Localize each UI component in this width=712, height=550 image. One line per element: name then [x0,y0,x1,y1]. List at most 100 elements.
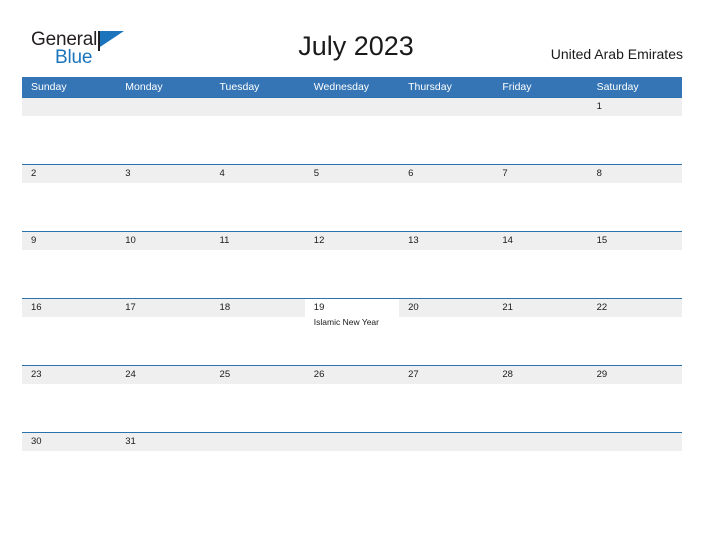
day-number: 13 [408,235,419,246]
calendar-day-cell[interactable] [493,433,588,499]
calendar-week-cells: 30 31 [22,433,682,499]
calendar-day-cell[interactable] [493,98,588,164]
day-cell-band [210,98,305,116]
calendar-week-cells: 16 17 18 19 Islamic New Year 20 21 22 [22,299,682,365]
holiday-event-label: Islamic New Year [313,317,379,327]
day-number: 15 [596,235,608,246]
day-cell-band [116,98,211,116]
calendar-day-cell[interactable] [22,98,117,164]
day-number: 28 [502,369,513,380]
calendar-day-cell[interactable] [587,433,682,499]
weekday-thursday: Thursday [408,81,452,93]
day-number: 3 [125,168,131,179]
calendar-page: General Blue July 2023 United Arab Emira… [0,0,712,550]
day-number: 5 [313,168,320,179]
calendar-day-cell[interactable]: 4 [210,165,305,231]
day-number: 10 [125,235,136,246]
calendar-day-cell[interactable]: 31 [116,433,211,499]
calendar-day-cell[interactable]: 30 [22,433,117,499]
calendar-grid: Sunday Monday Tuesday Wednesday Thursday… [22,77,682,499]
calendar-day-cell[interactable]: 14 [493,232,588,298]
calendar-day-cell[interactable]: 29 [587,366,682,432]
calendar-day-cell[interactable] [210,433,305,499]
calendar-day-cell[interactable]: 21 [493,299,588,365]
country-label: United Arab Emirates [550,46,683,62]
calendar-day-cell[interactable] [304,98,400,164]
calendar-day-cell[interactable] [116,98,211,164]
day-number: 24 [125,369,136,380]
calendar-day-cell[interactable]: 22 [587,299,682,365]
day-number: 6 [408,168,414,179]
weekday-tuesday: Tuesday [219,81,260,93]
calendar-week-row: 23 24 25 26 27 28 29 [22,365,682,432]
day-number: 2 [31,168,37,179]
day-cell-band [304,433,400,451]
calendar-day-cell[interactable] [399,98,494,164]
day-number: 21 [502,302,513,313]
day-number: 12 [313,235,325,246]
calendar-day-cell[interactable]: 11 [210,232,305,298]
calendar-day-cell[interactable]: 10 [116,232,211,298]
day-number: 31 [125,436,136,447]
calendar-week-cells: 9 10 11 12 13 14 15 [22,232,682,298]
day-cell-band [493,433,588,451]
calendar-day-cell[interactable]: 24 [116,366,211,432]
calendar-week-row: 1 [22,97,682,164]
calendar-day-cell[interactable]: 19 Islamic New Year [304,299,400,365]
calendar-day-cell[interactable]: 1 [587,98,682,164]
weekday-sunday: Sunday [31,81,67,93]
day-cell-band [210,433,305,451]
day-number: 29 [596,369,608,380]
day-number: 25 [219,369,231,380]
day-cell-band [399,433,494,451]
calendar-day-cell[interactable]: 8 [587,165,682,231]
calendar-day-cell[interactable]: 2 [22,165,117,231]
day-number: 30 [31,436,42,447]
weekday-saturday: Saturday [596,81,639,93]
calendar-day-cell[interactable]: 17 [116,299,211,365]
day-number: 22 [596,302,608,313]
calendar-day-cell[interactable]: 7 [493,165,588,231]
calendar-day-cell[interactable] [304,433,400,499]
calendar-day-cell[interactable]: 18 [210,299,305,365]
weekday-monday: Monday [125,81,163,93]
day-number: 18 [219,302,231,313]
calendar-day-cell[interactable] [210,98,305,164]
calendar-day-cell[interactable]: 13 [399,232,494,298]
calendar-week-row: 30 31 [22,432,682,499]
calendar-day-cell[interactable]: 23 [22,366,117,432]
calendar-day-cell[interactable]: 15 [587,232,682,298]
calendar-day-cell[interactable]: 28 [493,366,588,432]
day-number: 14 [502,235,513,246]
calendar-weeks: 1 2 3 4 5 6 7 8 9 10 11 12 13 14 15 16 17 18 19 Islamic New… [22,97,682,499]
calendar-week-cells: 23 24 25 26 27 28 29 [22,366,682,432]
calendar-day-cell[interactable]: 9 [22,232,117,298]
day-number: 23 [31,369,42,380]
day-number: 20 [408,302,419,313]
day-number: 16 [31,302,42,313]
calendar-day-cell[interactable]: 3 [116,165,211,231]
weekday-friday: Friday [502,81,532,93]
calendar-day-cell[interactable]: 6 [399,165,494,231]
day-cell-band [399,98,494,116]
calendar-day-cell[interactable]: 20 [399,299,494,365]
day-cell-band [587,433,682,451]
day-number: 9 [31,235,37,246]
calendar-day-cell[interactable] [399,433,494,499]
calendar-day-cell[interactable]: 12 [304,232,400,298]
calendar-day-cell[interactable]: 16 [22,299,117,365]
day-cell-band [304,98,400,116]
day-number: 19 [313,302,325,313]
calendar-day-cell[interactable]: 26 [304,366,400,432]
calendar-week-cells: 1 [22,98,682,164]
day-number: 7 [502,168,508,179]
calendar-week-row: 16 17 18 19 Islamic New Year 20 21 22 [22,298,682,365]
calendar-day-cell[interactable]: 27 [399,366,494,432]
calendar-week-row: 2 3 4 5 6 7 8 [22,164,682,231]
calendar-day-cell[interactable]: 5 [304,165,400,231]
weekday-header-row: Sunday Monday Tuesday Wednesday Thursday… [22,77,682,97]
calendar-day-cell[interactable]: 25 [210,366,305,432]
day-number: 11 [219,235,230,246]
day-number: 4 [219,168,225,179]
weekday-wednesday: Wednesday [313,81,370,93]
